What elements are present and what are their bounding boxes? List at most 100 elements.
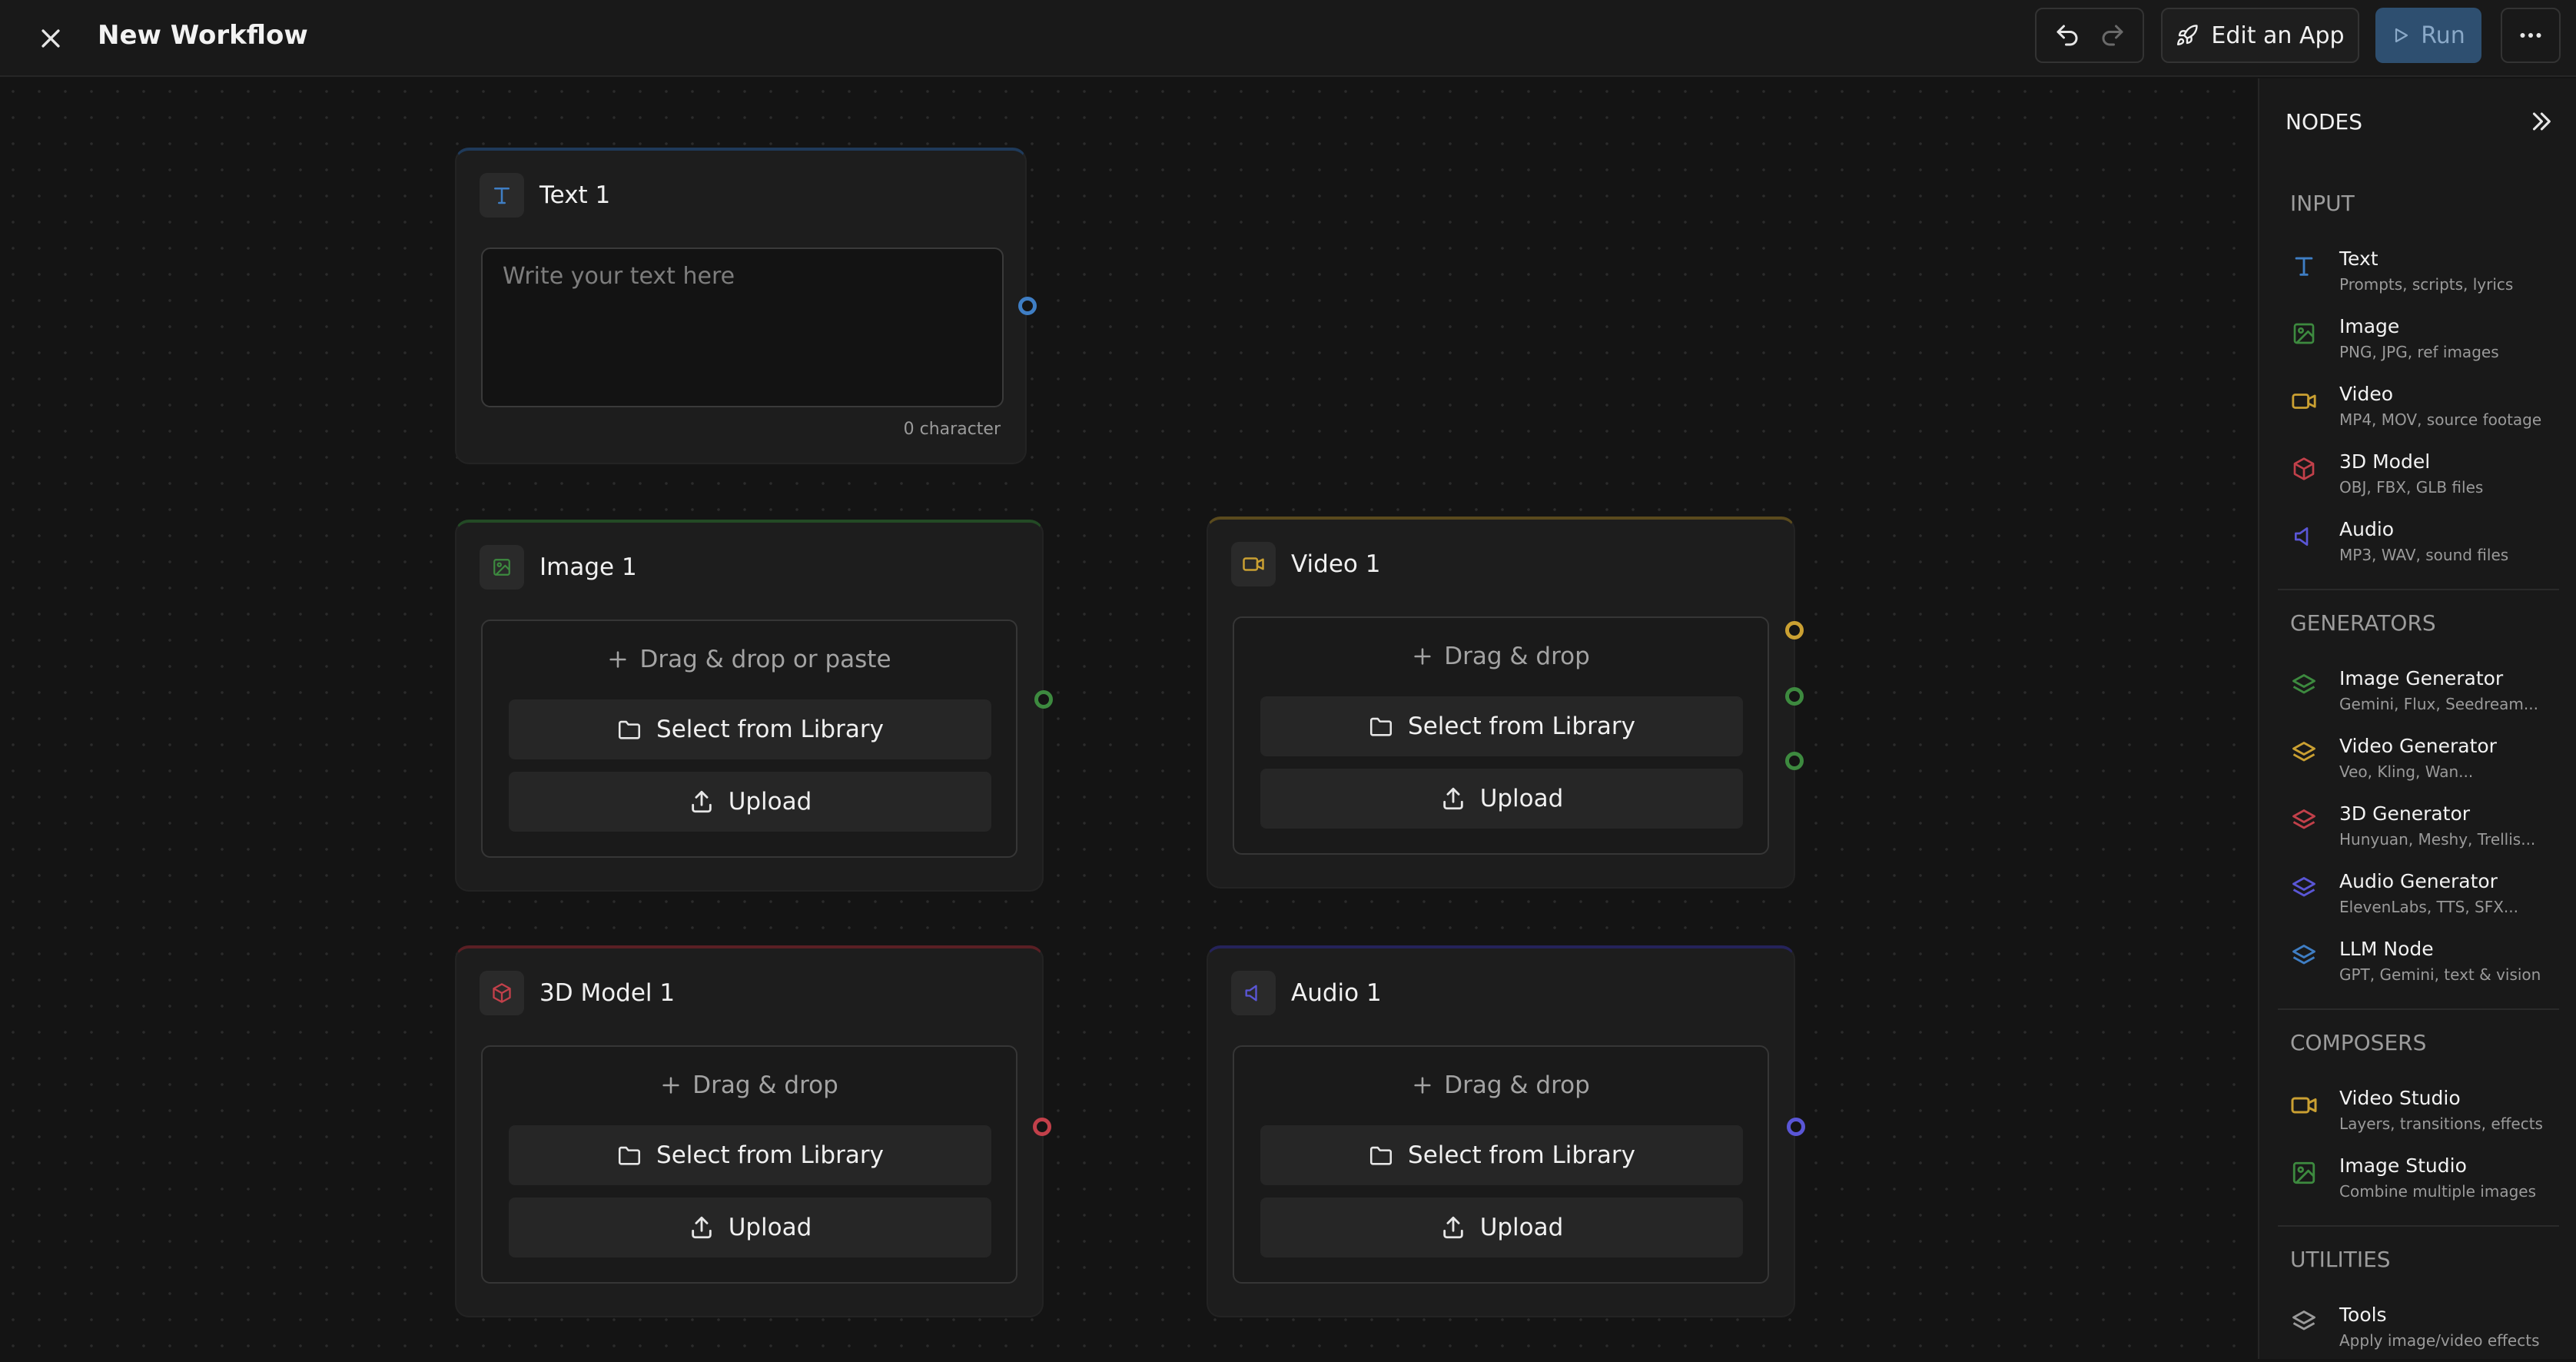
drop-zone[interactable]: Drag & drop or paste Select from Library… — [481, 620, 1017, 858]
image-icon — [2289, 318, 2319, 349]
select-from-library-button[interactable]: Select from Library — [1260, 1125, 1743, 1185]
sidebar-title: NODES — [2286, 109, 2363, 135]
select-from-library-button[interactable]: Select from Library — [509, 1125, 991, 1185]
run-label: Run — [2421, 22, 2465, 49]
layers-icon — [2289, 873, 2319, 904]
workflow-canvas[interactable]: Text 1 Write your text here 0 character … — [0, 78, 2258, 1359]
image-icon — [2289, 1158, 2319, 1188]
drop-zone[interactable]: Drag & drop Select from Library Upload — [1233, 1045, 1769, 1284]
text-output-port[interactable] — [1018, 297, 1037, 315]
plus-icon — [1414, 648, 1431, 665]
audio-output-port[interactable] — [1787, 1118, 1805, 1136]
upload-label: Upload — [728, 788, 812, 816]
upload-icon — [1442, 787, 1463, 810]
run-button[interactable]: Run — [2375, 8, 2481, 63]
drop-text: Drag & drop — [1444, 643, 1590, 670]
video-frame-port[interactable] — [1785, 752, 1804, 770]
edit-app-button[interactable]: Edit an App — [2161, 8, 2359, 63]
item-desc: PNG, JPG, ref images — [2339, 343, 2499, 361]
workflow-title[interactable]: New Workflow — [98, 17, 308, 54]
sidebar-item-image-studio[interactable]: Image Studio Combine multiple images — [2282, 1151, 2559, 1213]
library-label: Select from Library — [1408, 713, 1635, 740]
item-name: Tools — [2339, 1304, 2387, 1326]
drop-text: Drag & drop or paste — [639, 646, 891, 673]
item-name: Image — [2339, 315, 2400, 337]
sidebar-item-video-generator[interactable]: Video Generator Veo, Kling, Wan... — [2282, 732, 2559, 793]
item-name: 3D Model — [2339, 450, 2431, 473]
item-desc: Hunyuan, Meshy, Trellis... — [2339, 830, 2536, 849]
section-utilities-label: UTILITIES — [2290, 1247, 2391, 1272]
item-desc: Prompts, scripts, lyrics — [2339, 275, 2514, 294]
drop-label: Drag & drop or paste — [483, 643, 1016, 676]
drop-text: Drag & drop — [1444, 1071, 1590, 1099]
node-header: Text 1 — [480, 173, 610, 218]
select-from-library-button[interactable]: Select from Library — [1260, 696, 1743, 756]
sidebar-item-3d-generator[interactable]: 3D Generator Hunyuan, Meshy, Trellis... — [2282, 799, 2559, 861]
undo-button[interactable] — [2048, 16, 2086, 55]
folder-icon — [1370, 717, 1393, 736]
sidebar-item-video[interactable]: Video MP4, MOV, source footage — [2282, 380, 2559, 441]
sidebar-item-audio[interactable]: Audio MP3, WAV, sound files — [2282, 515, 2559, 576]
text-node[interactable]: Text 1 Write your text here 0 character — [455, 148, 1027, 464]
edit-app-label: Edit an App — [2211, 22, 2345, 49]
play-icon — [2395, 28, 2408, 43]
video-frame-port[interactable] — [1785, 687, 1804, 706]
divider — [2278, 1008, 2559, 1010]
drop-label: Drag & drop — [1234, 1068, 1768, 1102]
item-desc: Apply image/video effects — [2339, 1331, 2540, 1350]
upload-button[interactable]: Upload — [1260, 769, 1743, 829]
node-icon — [1231, 542, 1276, 586]
drop-zone[interactable]: Drag & drop Select from Library Upload — [1233, 616, 1769, 855]
sidebar-item-audio-generator[interactable]: Audio Generator ElevenLabs, TTS, SFX... — [2282, 867, 2559, 928]
plus-icon — [609, 651, 627, 668]
node-title: Video 1 — [1291, 550, 1381, 578]
close-button[interactable] — [31, 18, 71, 58]
upload-button[interactable]: Upload — [509, 1198, 991, 1257]
item-desc: OBJ, FBX, GLB files — [2339, 478, 2484, 497]
upload-label: Upload — [1479, 1214, 1564, 1241]
image-node[interactable]: Image 1 Drag & drop or paste Select from… — [455, 520, 1044, 892]
sidebar-item-video-studio[interactable]: Video Studio Layers, transitions, effect… — [2282, 1084, 2559, 1145]
item-name: Text — [2339, 247, 2378, 270]
item-name: Audio — [2339, 518, 2395, 540]
history-controls — [2035, 8, 2144, 63]
item-name: Video — [2339, 383, 2394, 405]
upload-button[interactable]: Upload — [509, 772, 991, 832]
upload-icon — [1442, 1216, 1463, 1239]
upload-button[interactable]: Upload — [1260, 1198, 1743, 1257]
section-generators-label: GENERATORS — [2290, 610, 2436, 636]
text-icon — [494, 188, 510, 204]
upload-label: Upload — [1479, 785, 1564, 812]
drop-zone[interactable]: Drag & drop Select from Library Upload — [481, 1045, 1017, 1284]
sidebar-item-llm-node[interactable]: LLM Node GPT, Gemini, text & vision — [2282, 935, 2559, 996]
video-output-port[interactable] — [1785, 621, 1804, 639]
more-options-button[interactable] — [2501, 8, 2561, 63]
sidebar-item-3d-model[interactable]: 3D Model OBJ, FBX, GLB files — [2282, 447, 2559, 509]
node-title: Audio 1 — [1291, 979, 1382, 1007]
item-desc: GPT, Gemini, text & vision — [2339, 965, 2541, 984]
item-desc: Gemini, Flux, Seedream... — [2339, 695, 2538, 713]
sidebar-item-image[interactable]: Image PNG, JPG, ref images — [2282, 312, 2559, 374]
section-composers-label: COMPOSERS — [2290, 1030, 2427, 1055]
upload-icon — [691, 790, 712, 813]
item-name: Image Generator — [2339, 667, 2504, 689]
sidebar-item-image-generator[interactable]: Image Generator Gemini, Flux, Seedream..… — [2282, 664, 2559, 726]
select-from-library-button[interactable]: Select from Library — [509, 699, 991, 759]
audio-node[interactable]: Audio 1 Drag & drop Select from Library … — [1207, 945, 1795, 1317]
drop-text: Drag & drop — [692, 1071, 838, 1099]
divider — [2278, 1225, 2559, 1227]
3d-model-output-port[interactable] — [1033, 1118, 1051, 1136]
close-icon — [41, 29, 60, 48]
layers-icon — [2289, 941, 2319, 972]
sidebar-item-text[interactable]: Text Prompts, scripts, lyrics — [2282, 244, 2559, 306]
image-output-port[interactable] — [1034, 690, 1053, 709]
redo-button[interactable] — [2093, 16, 2132, 55]
video-node[interactable]: Video 1 Drag & drop Select from Library … — [1207, 517, 1795, 889]
sidebar-item-tools[interactable]: Tools Apply image/video effects — [2282, 1301, 2559, 1362]
3d-model-node[interactable]: 3D Model 1 Drag & drop Select from Libra… — [455, 945, 1044, 1317]
collapse-sidebar-button[interactable] — [2525, 106, 2556, 137]
text-input[interactable]: Write your text here — [481, 247, 1004, 407]
node-icon — [1231, 971, 1276, 1015]
more-icon — [2520, 33, 2541, 38]
item-desc: Veo, Kling, Wan... — [2339, 762, 2474, 781]
